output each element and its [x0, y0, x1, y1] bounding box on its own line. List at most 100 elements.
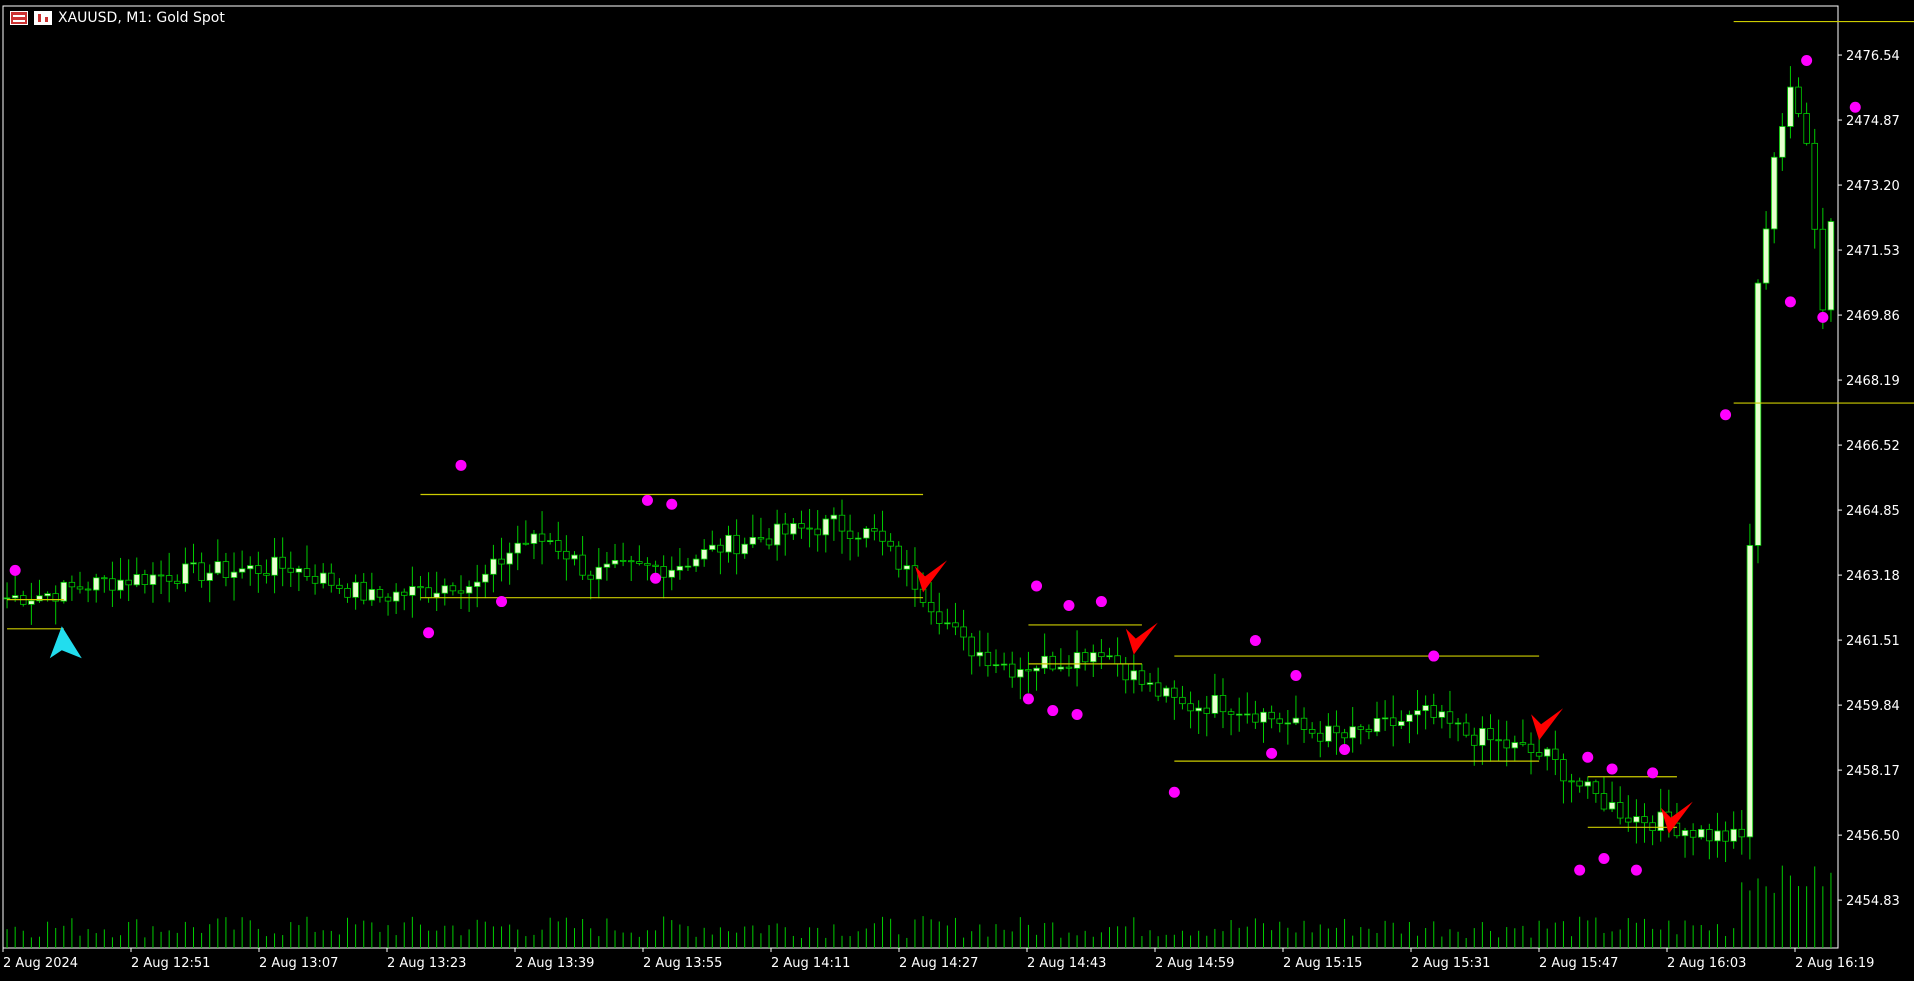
candle-body	[352, 581, 359, 598]
candle-body	[863, 528, 870, 539]
candle-body	[271, 556, 278, 576]
candle-body	[895, 545, 902, 570]
signal-dot	[1168, 786, 1180, 798]
chart-menu-icon[interactable]	[10, 11, 28, 25]
candle-body	[287, 567, 295, 573]
candle-body	[741, 543, 748, 555]
candle-body	[782, 523, 789, 535]
candle-body	[336, 584, 343, 589]
candle-body	[717, 544, 724, 553]
candle-body	[214, 561, 222, 574]
price-tick-label: 2461.51	[1846, 634, 1900, 649]
candle-body	[157, 574, 165, 577]
candle-body	[846, 530, 854, 539]
time-tick-label: 2 Aug 2024	[3, 956, 78, 971]
candle-body	[546, 540, 554, 542]
time-tick-label: 2 Aug 13:55	[643, 956, 722, 971]
candle-body	[109, 578, 116, 591]
candle-body	[1211, 694, 1219, 714]
candle-body	[190, 562, 197, 565]
candle-body	[117, 579, 124, 591]
candle-body	[1511, 742, 1519, 749]
signal-dot	[1630, 864, 1642, 876]
candle-body	[1365, 728, 1373, 733]
candle-body	[1049, 655, 1056, 670]
candle-body	[490, 558, 497, 575]
candle-body	[1754, 282, 1762, 546]
candle-body	[1430, 705, 1437, 718]
candle-body	[1592, 781, 1600, 794]
chart-area[interactable]: 2476.54 2474.87 2473.20 2471.53 2469.86 2468.…	[0, 0, 1914, 977]
candle-body	[1252, 713, 1259, 723]
candle-body	[522, 542, 530, 545]
candle-body	[1235, 713, 1243, 716]
candle-body	[3, 597, 11, 600]
candle-body	[68, 581, 76, 588]
time-tick-label: 2 Aug 13:07	[259, 956, 338, 971]
candle-body	[854, 537, 862, 540]
candle-body	[1770, 156, 1778, 230]
candle-body	[263, 573, 270, 576]
price-tick-label: 2471.53	[1846, 244, 1900, 259]
candle-body	[976, 651, 984, 657]
candle-body	[757, 537, 765, 540]
candle-body	[1098, 652, 1105, 658]
candle-body	[765, 538, 773, 546]
candle-body	[1681, 830, 1689, 837]
candle-body	[344, 588, 351, 598]
candle-body	[1227, 711, 1235, 715]
candle-body	[1625, 817, 1632, 823]
candle-body	[992, 664, 1000, 667]
candle-body	[1406, 714, 1413, 722]
candle-body	[1146, 682, 1154, 685]
candle-body	[692, 558, 700, 567]
candle-body	[1325, 725, 1332, 742]
price-tick-label: 2454.83	[1846, 894, 1900, 909]
candle-body	[1730, 828, 1737, 842]
candle-body	[1414, 710, 1421, 716]
candle-body	[1519, 742, 1527, 745]
candle-body	[627, 560, 635, 563]
signal-dot	[666, 498, 678, 510]
candle-body	[903, 565, 911, 570]
plot-frame	[2, 5, 1839, 949]
candle-body	[1292, 717, 1300, 724]
candle-body	[749, 537, 757, 545]
candle-body	[376, 589, 384, 598]
candle-body	[1057, 666, 1065, 670]
candle-body	[709, 544, 716, 550]
signal-dot	[9, 564, 21, 576]
time-tick-label: 2 Aug 14:11	[771, 956, 850, 971]
candle-body	[1535, 752, 1543, 757]
candle-body	[555, 540, 562, 552]
chart-type-icon[interactable]	[34, 11, 52, 25]
candle-body	[125, 579, 132, 586]
candle-body	[1065, 666, 1073, 669]
candle-body	[960, 626, 967, 638]
candle-body	[1081, 652, 1089, 663]
candle-body	[1698, 829, 1705, 838]
candle-body	[1600, 793, 1608, 810]
candle-body	[506, 552, 513, 565]
candle-body	[652, 564, 659, 567]
candle-body	[441, 585, 449, 594]
candle-body	[1552, 748, 1559, 760]
candle-body	[725, 534, 732, 553]
candle-body	[1560, 759, 1567, 782]
candle-body	[1106, 655, 1113, 658]
candle-body	[603, 563, 611, 568]
candle-body	[636, 561, 643, 564]
candle-body	[806, 527, 813, 530]
candle-body	[1041, 655, 1048, 669]
candle-body	[28, 600, 35, 605]
candle-body	[1803, 113, 1810, 144]
price-chart-svg[interactable]: 2476.54 2474.87 2473.20 2471.53 2469.86 2468.…	[0, 0, 1914, 977]
candle-body	[222, 561, 230, 578]
time-tick-label: 2 Aug 13:39	[515, 956, 594, 971]
candle-body	[182, 563, 189, 584]
signal-dot	[455, 459, 467, 471]
candle-body	[198, 562, 205, 581]
candle-body	[733, 534, 740, 555]
signal-dot	[1784, 296, 1796, 308]
candle-body	[1398, 721, 1405, 726]
